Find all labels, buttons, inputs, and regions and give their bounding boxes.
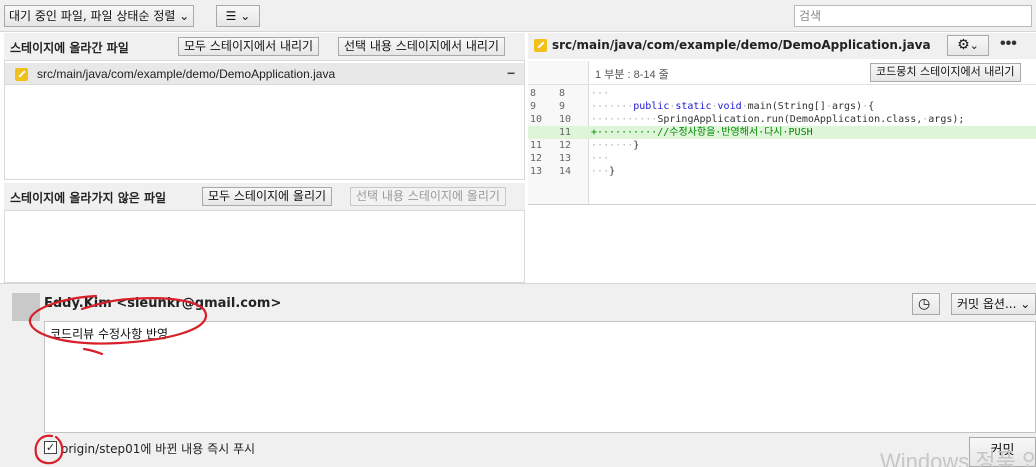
new-line-number: 13 [559, 153, 572, 164]
stage-selected-button[interactable]: 선택 내용 스테이지에 올리기 [350, 187, 506, 206]
old-line-number: 13 [530, 166, 543, 177]
unstage-all-button[interactable]: 모두 스테이지에서 내리기 [178, 37, 320, 56]
list-icon: ☰ [225, 9, 237, 23]
new-line-number: 9 [559, 101, 566, 112]
code-text: ···········SpringApplication.run(DemoApp… [591, 114, 965, 125]
chevron-down-icon: ⌄ [1020, 297, 1031, 311]
old-line-number: 10 [530, 114, 543, 125]
windows-activation-watermark: Windows 정품 인증 [880, 449, 1036, 467]
push-option[interactable]: ✓ origin/step01에 바뀐 내용 즉시 푸시 [44, 440, 255, 457]
staged-files-header: 스테이지에 올라간 파일 모두 스테이지에서 내리기 선택 내용 스테이지에서 … [4, 33, 525, 60]
commit-options-label: 커밋 옵션... [957, 297, 1017, 311]
code-text: +··········//수정사항을·반영해서·다시·PUSH [591, 127, 813, 138]
gear-icon: ⚙ [957, 37, 970, 53]
diff-line: 8 8 ··· [528, 87, 1036, 100]
unstaged-files-header: 스테이지에 올라가지 않은 파일 모두 스테이지에 올리기 선택 내용 스테이지… [4, 183, 525, 210]
more-options-icon[interactable]: ••• [1000, 35, 1017, 53]
old-line-number: 12 [530, 153, 543, 164]
stage-all-button[interactable]: 모두 스테이지에 올리기 [202, 187, 333, 206]
new-line-number: 10 [559, 114, 572, 125]
diff-settings-dropdown[interactable]: ⚙⌄ [947, 35, 989, 56]
sort-dropdown-label: 대기 중인 파일, 파일 상태순 정렬 [9, 9, 176, 23]
chevron-down-icon: ⌄ [179, 9, 190, 23]
new-line-number: 12 [559, 140, 572, 151]
diff-line: 13 14 ···} [528, 165, 1036, 178]
staged-file-row[interactable]: src/main/java/com/example/demo/DemoAppli… [5, 63, 524, 85]
code-text: ··· [591, 88, 610, 99]
collapse-icon[interactable]: − [507, 65, 515, 81]
search-input[interactable] [794, 5, 1032, 27]
push-checkbox[interactable]: ✓ [44, 441, 57, 454]
diff-header: src/main/java/com/example/demo/DemoAppli… [528, 33, 1036, 59]
avatar [12, 293, 40, 321]
diff-line: 9 9 ·······public·static·void·main(String[… [528, 100, 1036, 113]
diff-line: 10 10 ···········SpringApplication.run(Dem… [528, 113, 1036, 126]
staged-file-path: src/main/java/com/example/demo/DemoAppli… [37, 67, 336, 81]
old-line-number: 8 [530, 88, 537, 99]
modified-file-icon [534, 39, 547, 52]
commit-history-button[interactable]: ◷ [912, 293, 940, 315]
new-line-number: 14 [559, 166, 572, 177]
code-text: ·······} [591, 140, 640, 151]
push-label: origin/step01에 바뀐 내용 즉시 푸시 [61, 442, 256, 456]
diff-file-path: src/main/java/com/example/demo/DemoAppli… [552, 38, 931, 52]
modified-file-icon [15, 68, 28, 81]
unstage-hunk-button[interactable]: 코드뭉치 스테이지에서 내리기 [870, 63, 1021, 82]
commit-message-input[interactable] [44, 321, 1036, 433]
toolbar: 대기 중인 파일, 파일 상태순 정렬 ⌄ ☰ ⌄ [0, 0, 1036, 32]
diff-hunk-bar: 1 부분 : 8-14 줄 코드뭉치 스테이지에서 내리기 [528, 61, 1036, 85]
diff-line: 12 13 ··· [528, 152, 1036, 165]
diff-body: 8 8 ··· 9 9 ·······public·static·void·main(St… [528, 85, 1036, 205]
hunk-range-label: 1 부분 : 8-14 줄 [595, 69, 669, 81]
sort-dropdown[interactable]: 대기 중인 파일, 파일 상태순 정렬 ⌄ [4, 5, 195, 27]
unstaged-files-title: 스테이지에 올라가지 않은 파일 [10, 191, 167, 205]
commit-author: Eddy.Kim <sieunkr@gmail.com> [44, 296, 282, 311]
unstaged-file-list [4, 210, 525, 283]
code-text: ···} [591, 166, 616, 177]
code-text: ··· [591, 153, 610, 164]
diff-line: 11 +··········//수정사항을·반영해서·다시·PUSH [528, 126, 1036, 139]
view-mode-dropdown[interactable]: ☰ ⌄ [216, 5, 260, 27]
clock-icon: ◷ [918, 296, 931, 312]
new-line-number: 8 [559, 88, 566, 99]
chevron-down-icon: ⌄ [240, 9, 251, 23]
diff-line: 11 12 ·······} [528, 139, 1036, 152]
commit-options-dropdown[interactable]: 커밋 옵션... ⌄ [951, 293, 1036, 315]
code-text: ·······public·static·void·main(String[]·… [591, 101, 875, 112]
new-line-number: 11 [559, 127, 572, 138]
chevron-down-icon: ⌄ [969, 39, 979, 52]
old-line-number: 11 [530, 140, 543, 151]
unstage-selected-button[interactable]: 선택 내용 스테이지에서 내리기 [338, 37, 505, 56]
staged-files-title: 스테이지에 올라간 파일 [10, 41, 129, 55]
staged-file-list: src/main/java/com/example/demo/DemoAppli… [4, 60, 525, 180]
old-line-number: 9 [530, 101, 537, 112]
